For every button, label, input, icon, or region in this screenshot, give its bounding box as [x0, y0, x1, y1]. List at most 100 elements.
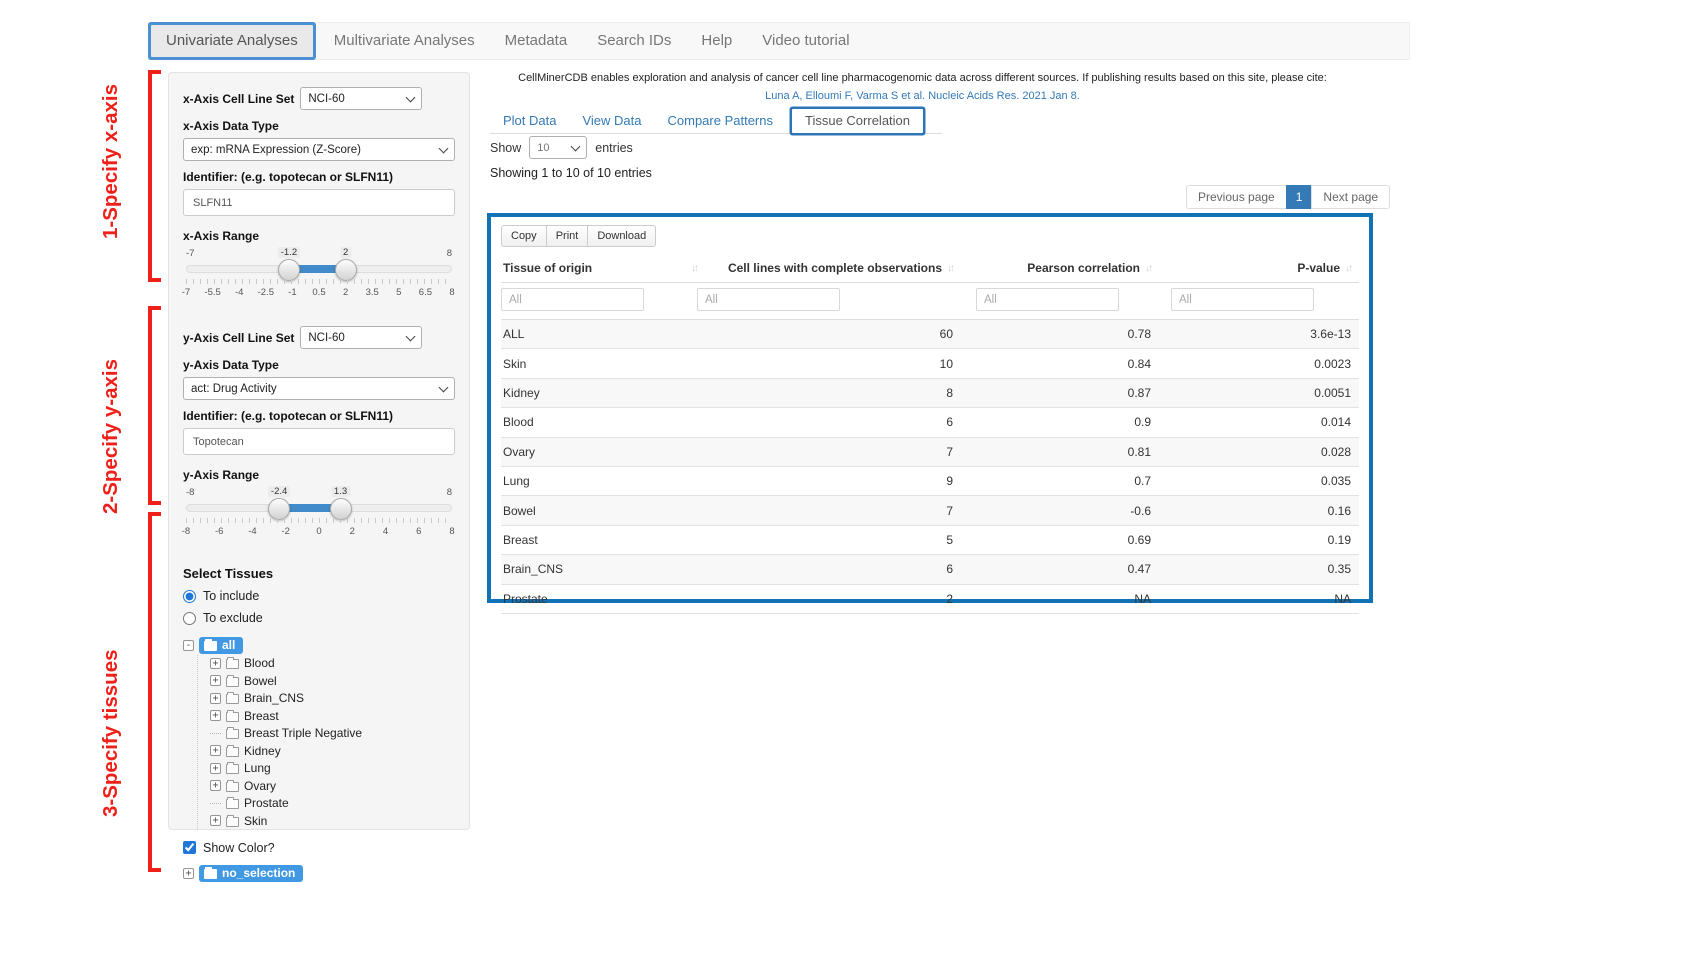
tree-item-brain-cns[interactable]: +Brain_CNS [210, 690, 455, 708]
no-selection-chip[interactable]: no_selection [199, 865, 303, 882]
show-color-checkbox[interactable] [183, 841, 196, 854]
tree-root-label: all [222, 638, 235, 652]
expand-toggle-icon[interactable]: + [210, 745, 221, 756]
show-color-row[interactable]: Show Color? [183, 841, 455, 855]
tab-plot-data[interactable]: Plot Data [490, 109, 569, 133]
to-include-radio[interactable]: To include [183, 589, 455, 603]
tick-label: 3.5 [366, 287, 379, 298]
y-identifier-label: Identifier: (e.g. topotecan or SLFN11) [183, 409, 455, 423]
tick-label: 6 [416, 526, 421, 537]
table-row: Kidney80.870.0051 [501, 379, 1359, 408]
y-identifier-input[interactable] [183, 428, 455, 455]
download-button[interactable]: Download [587, 225, 656, 247]
show-color-label: Show Color? [203, 841, 275, 855]
radio-input[interactable] [183, 590, 196, 603]
citation-link[interactable]: Luna A, Elloumi F, Varma S et al. Nuclei… [495, 90, 1350, 102]
tree-item-label: Breast Triple Negative [244, 726, 362, 740]
table-row: Bowel7-0.60.16 [501, 496, 1359, 525]
tick-label: 0 [316, 526, 321, 537]
y-cell-line-set-select[interactable]: NCI-60 [300, 326, 422, 349]
column-header-cell-lines[interactable]: Cell lines with complete observations ↓↑ [697, 261, 961, 275]
nav-tab-univariate-analyses[interactable]: Univariate Analyses [151, 25, 313, 57]
tissue-tree: - all +Blood+Bowel+Brain_CNS+BreastBreas… [183, 637, 455, 882]
to-exclude-radio[interactable]: To exclude [183, 611, 455, 625]
slider-handle-from[interactable] [268, 498, 290, 520]
step3-bracket [148, 512, 162, 872]
tree-item-label: Kidney [244, 744, 281, 758]
filter-p-value-input[interactable] [1171, 288, 1314, 311]
next-page-button[interactable]: Next page [1311, 185, 1390, 209]
chevron-down-icon [406, 331, 416, 341]
x-cell-line-set-select[interactable]: NCI-60 [300, 87, 422, 110]
y-data-type-select[interactable]: act: Drug Activity [183, 377, 455, 400]
filter-cell-lines-input[interactable] [697, 288, 840, 311]
cell-pearson: 0.47 [961, 562, 1159, 576]
tree-root-chip[interactable]: all [199, 637, 243, 654]
tab-view-data[interactable]: View Data [569, 109, 654, 133]
radio-input[interactable] [183, 612, 196, 625]
tree-item-bowel[interactable]: + Bowel [210, 672, 455, 690]
showing-entries-text: Showing 1 to 10 of 10 entries [490, 166, 652, 180]
analysis-tabs: Plot DataView DataCompare PatternsTissue… [490, 107, 942, 134]
x-range-slider[interactable]: -78-1.22-7-5.5-4-2.5-10.523.556.58 [186, 248, 452, 304]
column-header-p-value[interactable]: P-value ↓↑ [1159, 261, 1359, 275]
tree-item-label: Bowel [244, 674, 277, 688]
expand-toggle-icon[interactable]: + [210, 763, 221, 774]
column-header-pearson-correlation[interactable]: Pearson correlation ↓↑ [961, 261, 1159, 275]
expand-toggle-icon[interactable]: + [210, 815, 221, 826]
show-label: Show [490, 141, 521, 155]
filter-tissue-input[interactable] [501, 288, 644, 311]
cell-tissue: Prostate [501, 592, 697, 606]
filter-pearson-input[interactable] [976, 288, 1119, 311]
chevron-down-icon [439, 143, 449, 153]
nav-tab-search-ids[interactable]: Search IDs [582, 23, 686, 59]
print-button[interactable]: Print [546, 225, 589, 247]
expand-toggle-icon[interactable]: + [210, 675, 221, 686]
folder-icon [226, 817, 239, 827]
tree-item-blood[interactable]: +Blood [210, 655, 455, 673]
nav-tab-help[interactable]: Help [686, 23, 747, 59]
expand-toggle-icon[interactable]: + [210, 710, 221, 721]
tree-item-all[interactable]: - all [183, 637, 455, 655]
tick-label: -5.5 [204, 287, 220, 298]
x-data-type-select[interactable]: exp: mRNA Expression (Z-Score) [183, 138, 455, 161]
table-header-row: Tissue of origin ↓↑ Cell lines with comp… [501, 257, 1359, 283]
folder-icon [226, 764, 239, 774]
collapse-toggle-icon[interactable]: - [183, 640, 194, 651]
tree-item-kidney[interactable]: + Kidney [210, 742, 455, 760]
expand-toggle-icon[interactable]: + [210, 658, 221, 669]
x-identifier-input[interactable] [183, 189, 455, 216]
tree-item-no-selection[interactable]: + no_selection [183, 865, 455, 883]
nav-tab-video-tutorial[interactable]: Video tutorial [747, 23, 864, 59]
tab-compare-patterns[interactable]: Compare Patterns [655, 109, 787, 133]
cell-p-value: 3.6e-13 [1159, 327, 1359, 341]
expand-toggle-icon[interactable]: + [210, 780, 221, 791]
nav-tab-metadata[interactable]: Metadata [490, 23, 583, 59]
folder-icon [226, 677, 239, 687]
expand-toggle-icon[interactable]: + [183, 868, 194, 879]
page-number-button[interactable]: 1 [1286, 185, 1313, 209]
previous-page-button[interactable]: Previous page [1186, 185, 1287, 209]
slider-handle-from[interactable] [278, 259, 300, 281]
tree-item-breast-triple-negative[interactable]: Breast Triple Negative [210, 725, 455, 743]
tree-item-prostate[interactable]: Prostate [210, 795, 455, 813]
column-header-tissue-of-origin[interactable]: Tissue of origin ↓↑ [501, 261, 697, 275]
cell-p-value: 0.0051 [1159, 386, 1359, 400]
nav-tab-multivariate-analyses[interactable]: Multivariate Analyses [319, 23, 490, 59]
slider-handle-to[interactable] [330, 498, 352, 520]
y-data-type-label: y-Axis Data Type [183, 358, 455, 372]
expand-toggle-icon[interactable]: + [210, 693, 221, 704]
cell-n: 6 [697, 415, 961, 429]
tree-item-ovary[interactable]: +Ovary [210, 777, 455, 795]
slider-handle-to[interactable] [335, 259, 357, 281]
copy-button[interactable]: Copy [501, 225, 547, 247]
tree-item-skin[interactable]: +Skin [210, 812, 455, 830]
entries-per-page-select[interactable]: 10 [529, 136, 587, 159]
tree-item-lung[interactable]: +Lung [210, 760, 455, 778]
cell-n: 8 [697, 386, 961, 400]
y-range-slider[interactable]: -88-2.41.3-8-6-4-202468 [186, 487, 452, 543]
cell-pearson: 0.87 [961, 386, 1159, 400]
tree-item-breast[interactable]: +Breast [210, 707, 455, 725]
slider-to-label: 2 [340, 247, 351, 258]
tab-tissue-correlation[interactable]: Tissue Correlation [792, 109, 923, 133]
